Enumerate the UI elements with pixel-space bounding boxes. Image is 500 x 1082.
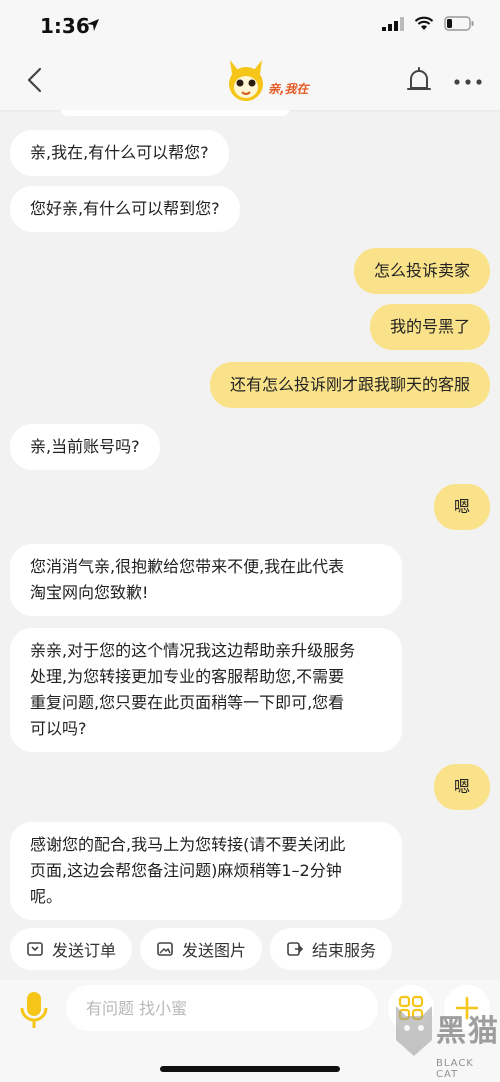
voice-button[interactable] (14, 988, 54, 1032)
message-bubble-sent: 我的号黑了 (369, 304, 490, 350)
send-image-button[interactable]: 发送图片 (140, 928, 263, 970)
message-bubble-sent: 还有怎么投诉刚才跟我聊天的客服 (209, 362, 490, 408)
watermark-text: 黑猫 (436, 1014, 500, 1049)
status-time: 1:36 (40, 14, 90, 38)
message-bubble-sent: 嗯 (433, 764, 490, 810)
notification-button[interactable] (402, 64, 436, 98)
message-bubble-received: 亲,我在,有什么可以帮您? (10, 130, 229, 176)
logo-text: 亲,我在 (268, 82, 309, 96)
signal-icon (382, 16, 404, 35)
send-order-label: 发送订单 (52, 941, 117, 960)
end-service-button[interactable]: 结束服务 (270, 928, 393, 970)
message-bubble-received: 您消消气亲,很抱歉给您带来不便,我在此代表 淘宝网向您致歉! (10, 544, 402, 616)
end-service-label: 结束服务 (312, 941, 377, 960)
watermark-subtext: BLACK CAT (436, 1058, 474, 1080)
message-bubble-received: 您好亲,有什么可以帮到您? (10, 186, 240, 232)
chat-area[interactable]: 亲,我在,有什么可以帮您? 您好亲,有什么可以帮到您? 怎么投诉卖家 我的号黑了… (0, 110, 500, 920)
back-button[interactable] (16, 62, 52, 98)
status-bar: 1:36 (0, 0, 500, 52)
message-bubble-partial (60, 110, 290, 116)
image-icon (157, 942, 173, 956)
message-bubble-sent: 怎么投诉卖家 (353, 248, 490, 294)
battery-icon (444, 16, 474, 35)
chevron-left-icon (27, 67, 42, 93)
order-icon (27, 942, 43, 956)
wifi-icon (414, 16, 434, 35)
nav-bar: 亲,我在 (0, 52, 500, 110)
message-bubble-sent: 嗯 (433, 484, 490, 530)
message-bubble-received: 亲亲,对于您的这个情况我这边帮助亲升级服务 处理,为您转接更加专业的客服帮助您,… (10, 628, 402, 752)
message-bubble-received: 感谢您的配合,我马上为您转接(请不要关闭此 页面,这边会帮您备注问题)麻烦稍等1… (10, 822, 402, 920)
location-arrow-icon (86, 17, 100, 36)
message-bubble-received: 亲,当前账号吗? (10, 424, 160, 470)
more-button[interactable] (450, 72, 486, 92)
bell-icon (407, 67, 431, 90)
microphone-icon (20, 992, 48, 1028)
home-indicator (160, 1066, 340, 1072)
more-dots-icon (454, 79, 482, 85)
exit-icon (287, 942, 304, 956)
send-order-button[interactable]: 发送订单 (10, 928, 133, 970)
send-image-label: 发送图片 (182, 941, 247, 960)
message-input[interactable] (66, 985, 378, 1031)
quick-actions: 发送订单 发送图片 结束服务 (0, 928, 500, 974)
